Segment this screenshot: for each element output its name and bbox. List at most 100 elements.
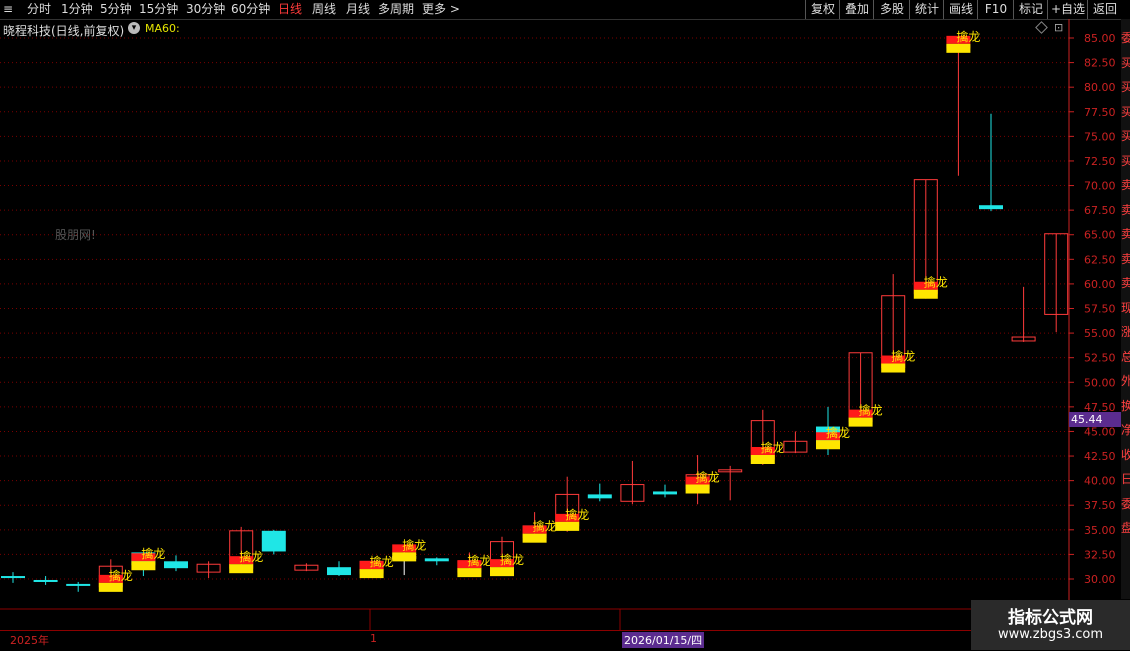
date-axis (0, 630, 1069, 651)
side-label: 买 (1121, 80, 1130, 94)
signal-label: 擒龙 (565, 507, 589, 522)
candlestick-chart[interactable]: 30.0032.5035.0037.5040.0042.5045.0047.50… (0, 19, 1121, 630)
signal-block-yellow (131, 561, 156, 571)
tab-monthly[interactable]: 月线 (346, 1, 370, 18)
y-tick-label: 50.00 (1084, 376, 1116, 389)
y-tick-label: 72.50 (1084, 155, 1116, 168)
tab-daily[interactable]: 日线 (278, 1, 302, 18)
y-tick-label: 35.00 (1084, 524, 1116, 537)
side-label: 换 (1121, 398, 1130, 413)
tab-1min[interactable]: 1分钟 (61, 1, 93, 18)
y-tick-label: 75.00 (1084, 130, 1116, 143)
side-label: 委 (1121, 31, 1130, 45)
y-tick-label: 65.00 (1084, 229, 1116, 242)
date-cursor-label: 2026/01/15/四 (622, 632, 705, 648)
signal-block-yellow (490, 567, 514, 577)
signal-label: 擒龙 (761, 440, 785, 455)
tab-60min[interactable]: 60分钟 (231, 1, 270, 18)
tab-30min[interactable]: 30分钟 (186, 1, 225, 18)
signal-block-yellow (848, 417, 873, 427)
signal-block-yellow (881, 363, 906, 373)
y-tick-label: 77.50 (1084, 106, 1116, 119)
y-tick-label: 30.00 (1084, 573, 1116, 586)
side-label: 买 (1121, 129, 1130, 143)
signal-label: 擒龙 (533, 519, 557, 534)
signal-block-yellow (392, 552, 417, 562)
signal-block-yellow (457, 568, 482, 578)
candle-body (979, 205, 1003, 210)
signal-block-yellow (750, 454, 775, 464)
signal-label: 擒龙 (239, 549, 263, 564)
y-tick-label: 67.50 (1084, 204, 1116, 217)
side-label: 卖 (1121, 202, 1130, 217)
side-info-strip: 委买买买买买卖卖卖卖卖现涨总外换净收日委盘 (1121, 19, 1130, 599)
more-menu[interactable]: 更多 > (422, 1, 460, 18)
side-label: 盘 (1121, 521, 1130, 535)
y-tick-label: 40.00 (1084, 475, 1116, 488)
y-tick-label: 70.00 (1084, 180, 1116, 193)
signal-label: 擒龙 (891, 349, 915, 364)
candle-body (1, 576, 25, 579)
signal-label: 擒龙 (924, 275, 948, 290)
y-tick-label: 80.00 (1084, 81, 1116, 94)
signal-block-yellow (98, 582, 123, 592)
candle-body (424, 558, 449, 562)
signal-block-yellow (229, 564, 254, 574)
candle-body (66, 583, 91, 586)
watermark: 股朋网! (55, 228, 96, 242)
signal-label: 擒龙 (141, 546, 165, 561)
side-label: 卖 (1121, 227, 1130, 241)
mark-button[interactable]: 标记 (1013, 0, 1048, 19)
brand-title: 指标公式网 (1008, 608, 1093, 628)
date-mid-label: 1 (370, 632, 377, 645)
signal-label: 擒龙 (402, 537, 426, 552)
multi-stock-button[interactable]: 多股 (873, 0, 910, 19)
side-label: 收 (1121, 447, 1130, 462)
candle-body (33, 579, 58, 582)
f10-button[interactable]: F10 (977, 0, 1014, 19)
y-tick-label: 85.00 (1084, 32, 1116, 45)
side-label: 买 (1121, 55, 1130, 70)
signal-block-yellow (555, 521, 580, 531)
signal-block-yellow (816, 440, 840, 450)
candle-body (164, 561, 188, 569)
signal-label: 擒龙 (859, 403, 883, 418)
signal-label: 擒龙 (370, 554, 394, 569)
tab-5min[interactable]: 5分钟 (100, 1, 132, 18)
back-button[interactable]: 返回 (1087, 0, 1122, 19)
y-tick-label: 42.50 (1084, 450, 1116, 463)
signal-block-yellow (946, 43, 971, 53)
signal-label: 擒龙 (109, 568, 133, 583)
side-label: 涨 (1121, 325, 1130, 339)
side-label: 净 (1121, 423, 1130, 437)
side-label: 卖 (1121, 178, 1130, 192)
y-tick-label: 82.50 (1084, 57, 1116, 70)
y-tick-label: 37.50 (1084, 499, 1116, 512)
side-label: 买 (1121, 153, 1130, 168)
current-price-tag: 45.44 (1069, 412, 1123, 427)
y-tick-label: 60.00 (1084, 278, 1116, 291)
date-start-label: 2025年 (10, 634, 49, 647)
candle-body (587, 494, 612, 499)
adjust-button[interactable]: 复权 (805, 0, 840, 19)
side-label: 委 (1121, 496, 1130, 511)
signal-block-yellow (359, 569, 384, 579)
menu-icon[interactable]: ≡ (3, 1, 13, 18)
side-label: 总 (1121, 349, 1130, 364)
signal-label: 擒龙 (956, 29, 980, 44)
signal-block-yellow (685, 484, 710, 494)
side-label: 买 (1121, 104, 1130, 119)
y-tick-label: 45.00 (1084, 425, 1116, 438)
signal-label: 擒龙 (500, 552, 524, 567)
add-watchlist-button[interactable]: +自选 (1047, 0, 1088, 19)
signal-label: 擒龙 (696, 470, 720, 485)
period-toolbar: ≡ 分时 1分钟 5分钟 15分钟 30分钟 60分钟 日线 周线 月线 多周期 更多 > 复权 叠加 多股… (0, 0, 1130, 20)
overlay-button[interactable]: 叠加 (839, 0, 874, 19)
tab-15min[interactable]: 15分钟 (139, 1, 178, 18)
signal-block-yellow (913, 289, 938, 299)
stats-button[interactable]: 统计 (909, 0, 944, 19)
tab-multi-period[interactable]: 多周期 (378, 1, 414, 18)
tab-fenshi[interactable]: 分时 (27, 1, 51, 18)
draw-button[interactable]: 画线 (943, 0, 978, 19)
tab-weekly[interactable]: 周线 (312, 1, 336, 18)
